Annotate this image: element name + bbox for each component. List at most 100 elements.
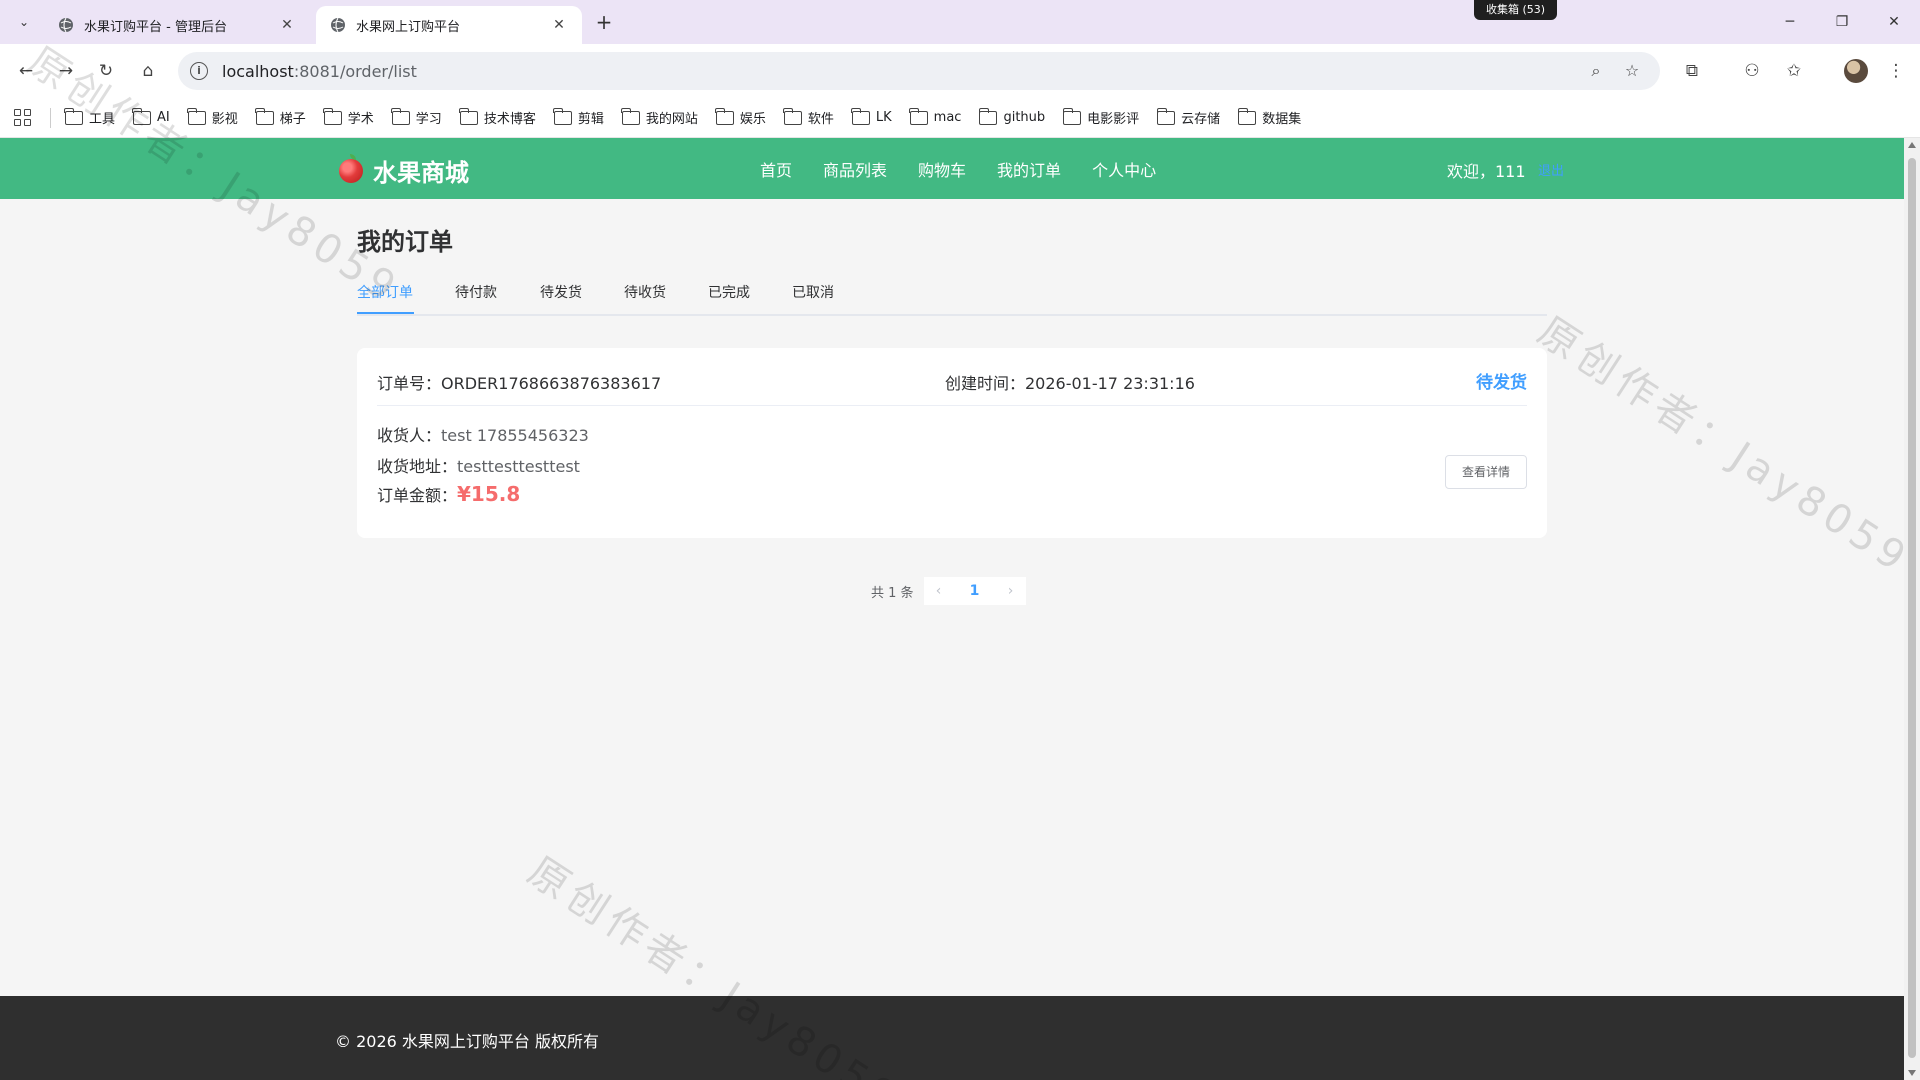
tab-completed[interactable]: 已完成 [708,282,750,314]
site-header: 水果商城 首页 商品列表 购物车 我的订单 个人中心 欢迎，111 退出 [0,138,1904,199]
folder-icon [978,107,998,125]
zoom-icon[interactable]: ⌕ [1584,59,1608,83]
site-footer: © 2026 水果网上订购平台 版权所有 [0,996,1904,1080]
folder-icon [459,107,478,125]
folder-icon [1156,107,1176,125]
collect-box-badge[interactable]: 收集箱 (53) [1474,0,1558,20]
welcome-text: 欢迎，111 [1447,162,1526,181]
nav-my-orders[interactable]: 我的订单 [997,157,1061,181]
new-tab-button[interactable]: + [592,11,616,35]
next-page-chevron-icon[interactable]: › [995,577,1026,605]
active-tab-indicator [357,312,414,314]
folder-icon [783,107,802,125]
scroll-down-icon[interactable] [1908,1070,1916,1076]
extensions-icon[interactable]: ⧉ [1680,59,1704,83]
order-created-time: 创建时间：2026-01-17 23:31:16 [945,374,1195,393]
site-logo[interactable]: 水果商城 [339,153,469,188]
folder-icon [64,107,83,125]
forward-arrow-icon[interactable]: → [54,59,78,83]
favorites-icon[interactable]: ✩ [1782,59,1806,83]
home-icon[interactable]: ⌂ [136,59,160,83]
bookmark-folder[interactable]: 影视 [187,107,238,127]
site-info-icon[interactable]: i [190,62,208,80]
browser-tab-shop[interactable]: 水果网上订购平台 ✕ [316,6,582,44]
footer-copyright: © 2026 水果网上订购平台 版权所有 [335,1032,599,1051]
incognito-icon[interactable]: ⚇ [1740,59,1764,83]
nav-cart[interactable]: 购物车 [918,157,966,181]
bookmark-folder[interactable]: 我的网站 [621,107,698,127]
back-arrow-icon[interactable]: ← [14,59,38,83]
pagination-total: 共 1 条 [871,585,914,601]
globe-icon [331,17,345,33]
folder-icon [323,107,342,125]
tab-all-orders[interactable]: 全部订单 [357,282,413,314]
page-title: 我的订单 [357,228,453,256]
menu-kebab-icon[interactable]: ⋮ [1884,59,1908,83]
bookmark-folder[interactable]: 剪辑 [553,107,604,127]
profile-avatar[interactable] [1844,59,1868,83]
url-host: localhost [222,61,294,81]
close-icon[interactable]: ✕ [550,17,568,33]
browser-toolbar: ← → ↻ ⌂ i localhost:8081/order/list ⌕ ☆ … [0,44,1920,98]
folder-icon [187,107,206,125]
logo-text: 水果商城 [373,159,469,187]
reload-icon[interactable]: ↻ [94,59,118,83]
folder-icon [132,107,152,125]
address-bar[interactable]: i localhost:8081/order/list ⌕ ☆ [178,52,1660,90]
pagination: 共 1 条 ‹ 1 › [871,576,1026,606]
order-card: 订单号：ORDER1768663876383617 创建时间：2026-01-1… [357,348,1547,538]
bookmark-folder[interactable]: 软件 [783,107,834,127]
bookmark-folder[interactable]: 娱乐 [715,107,766,127]
tab-pending-payment[interactable]: 待付款 [455,282,497,314]
tab-title: 水果网上订购平台 [356,19,461,35]
bookmark-star-icon[interactable]: ☆ [1620,59,1644,83]
bookmark-folder[interactable]: 电影影评 [1062,107,1139,127]
bookmark-folder[interactable]: AI [132,107,170,125]
folder-icon [255,107,274,125]
bookmark-folder[interactable]: 工具 [64,107,115,127]
close-icon[interactable]: ✕ [278,17,296,33]
scrollbar-thumb[interactable] [1908,158,1916,1058]
bookmark-folder[interactable]: 学习 [391,107,442,127]
restore-icon[interactable]: ❐ [1828,10,1856,34]
tab-pending-receipt[interactable]: 待收货 [624,282,666,314]
tab-pending-shipment[interactable]: 待发货 [540,282,582,314]
bookmark-folder[interactable]: 梯子 [255,107,306,127]
minimize-icon[interactable]: ─ [1776,10,1804,34]
browser-tab-admin[interactable]: 水果订购平台 - 管理后台 ✕ [44,6,310,44]
scroll-up-icon[interactable] [1908,142,1916,148]
folder-icon [1062,107,1082,125]
folder-icon [553,107,572,125]
page-number-current[interactable]: 1 [953,577,996,605]
bookmark-folder[interactable]: mac [909,107,961,125]
tab-search-chevron-icon[interactable]: ⌄ [12,10,36,34]
bookmark-folder[interactable]: 学术 [323,107,374,127]
url-text: localhost:8081/order/list [222,62,417,81]
prev-page-chevron-icon[interactable]: ‹ [923,577,954,605]
apps-grid-icon[interactable] [14,108,32,127]
order-amount: 订单金额：¥15.8 [377,482,521,506]
bookmark-folder[interactable]: LK [851,107,892,125]
logout-link[interactable]: 退出 [1538,160,1564,179]
page-viewport: 水果商城 首页 商品列表 购物车 我的订单 个人中心 欢迎，111 退出 我的订… [0,138,1904,1080]
bookmark-folder[interactable]: 云存储 [1156,107,1220,127]
order-receiver: 收货人：test 17855456323 [377,426,589,445]
nav-profile[interactable]: 个人中心 [1092,157,1156,181]
globe-icon [59,17,73,33]
nav-products[interactable]: 商品列表 [823,157,887,181]
bookmark-folder[interactable]: github [978,107,1045,125]
tab-cancelled[interactable]: 已取消 [792,282,834,314]
page-scrollbar[interactable] [1904,138,1920,1080]
folder-icon [621,107,640,125]
order-address: 收货地址：testtesttesttest [377,457,580,476]
folder-icon [909,107,928,125]
order-status-tabs: 全部订单 待付款 待发货 待收货 已完成 已取消 [357,274,1547,316]
bookmark-folder[interactable]: 数据集 [1237,107,1301,127]
view-details-button[interactable]: 查看详情 [1445,455,1527,489]
window-close-icon[interactable]: ✕ [1880,10,1908,34]
url-path: :8081/order/list [293,61,417,81]
order-number: 订单号：ORDER1768663876383617 [377,374,662,393]
nav-home[interactable]: 首页 [760,157,792,181]
main-nav: 首页 商品列表 购物车 我的订单 个人中心 [760,138,1187,199]
bookmark-folder[interactable]: 技术博客 [459,107,536,127]
